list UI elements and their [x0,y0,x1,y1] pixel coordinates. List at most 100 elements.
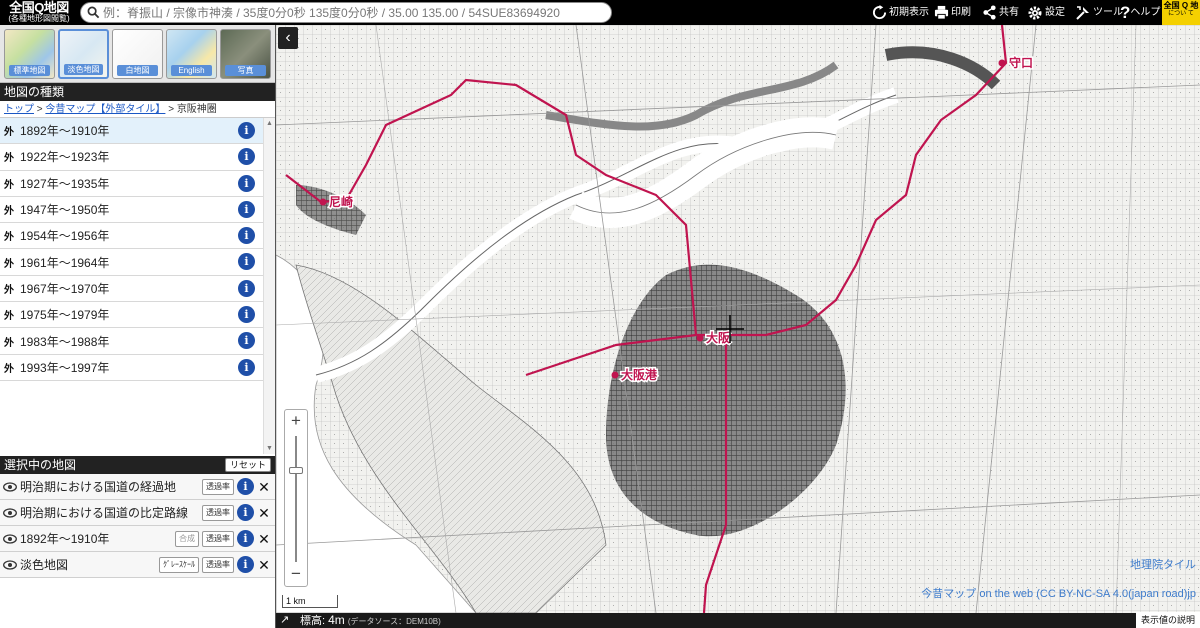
info-icon[interactable]: i [238,200,255,218]
info-icon[interactable]: i [237,556,254,573]
basemap-photo[interactable]: 写真 [220,29,271,79]
breadcrumb: トップ > 今昔マップ【外部タイル】 > 京阪神圏 [0,101,275,118]
eye-icon[interactable] [3,559,17,570]
basemap-standard[interactable]: 標準地図 [4,29,55,79]
transparency-button[interactable]: 透過率 [202,478,234,495]
search-input[interactable] [103,4,603,21]
konjaku-attribution[interactable]: 今昔マップ on the web (CC BY-NC-SA 4.0(japan … [921,585,1196,601]
map-view[interactable]: 守口 守口 尼崎 尼崎 大阪 大阪 大阪港 大阪港 ‹ + − 1 km 地理院… [276,25,1200,613]
list-scrollbar[interactable]: ▲ ▼ [263,118,275,454]
map-type-item[interactable]: 外 1927年～1935年 i [0,171,275,197]
map-type-item[interactable]: 外 1967年～1970年 i [0,276,275,303]
selected-map-item[interactable]: 1892年～1910年 合成 透過率 i ✕ [0,526,275,552]
info-icon[interactable]: i [237,478,254,495]
map-type-item[interactable]: 外 1961年～1964年 i [0,249,275,276]
info-icon[interactable]: i [237,504,254,521]
info-icon[interactable]: i [238,358,255,376]
map-type-label: 1927年～1935年 [20,176,110,191]
map-type-label: 1961年～1964年 [20,255,110,270]
map-type-item[interactable]: 外 1954年～1956年 i [0,223,275,250]
share-button[interactable]: 共有 [982,3,1019,22]
zoom-in-button[interactable]: + [285,412,307,430]
app-logo[interactable]: 全国Q地図 (各種地形図閲覧) [2,1,76,24]
gsi-attribution[interactable]: 地理院タイル [1130,556,1196,572]
map-canvas[interactable]: 守口 守口 尼崎 尼崎 大阪 大阪 大阪港 大阪港 [276,25,1200,613]
reset-view-button[interactable]: 初期表示 [872,3,929,22]
selected-map-item[interactable]: 明治期における国道の経過地 透過率 i ✕ [0,474,275,500]
info-icon[interactable]: i [238,122,255,139]
share-label: 共有 [999,7,1019,18]
map-types-heading: 地図の種類 [0,83,275,101]
scroll-up-icon[interactable]: ▲ [266,120,273,127]
search-box [80,2,612,23]
osaka-marker[interactable] [696,334,704,342]
breadcrumb-top-link[interactable]: トップ [4,104,34,115]
basemap-pale[interactable]: 淡色地図 [58,29,109,79]
info-icon[interactable]: i [238,279,255,297]
map-type-list: 外 1892年～1910年 i 外 1922年～1923年 i 外 1927年～1935年 i 外… [0,118,275,454]
info-icon[interactable]: i [238,306,255,324]
external-tile-prefix: 外 [4,284,14,296]
map-type-item[interactable]: 外 1922年～1923年 i [0,144,275,171]
print-button[interactable]: 印刷 [934,3,971,22]
about-badge-sub: につい て [1168,10,1194,17]
map-type-label: 1892年～1910年 [20,124,110,139]
scroll-down-icon[interactable]: ▼ [266,445,273,452]
selected-map-label: 明治期における国道の経過地 [20,480,177,494]
about-badge[interactable]: 全国 Q 地 につい て [1162,0,1200,25]
selected-map-item[interactable]: 明治期における国道の比定路線 透過率 i ✕ [0,500,275,526]
amagasaki-marker[interactable] [319,198,327,206]
transparency-button[interactable]: 透過率 [202,556,234,573]
collapse-sidebar-button[interactable]: ‹ [278,27,298,49]
help-button[interactable]: ? ヘルプ [1120,3,1160,22]
map-type-item[interactable]: 外 1892年～1910年 i [0,118,275,145]
tools-button[interactable]: ツール [1075,3,1123,22]
elevation-readout: 標高: 4m (データソース：DEM10B) [300,613,441,628]
transparency-button[interactable]: 透過率 [202,530,234,547]
moriguchi-marker[interactable] [998,59,1006,67]
zoom-out-button[interactable]: − [285,565,307,584]
basemap-label: 写真 [225,65,266,76]
refresh-icon [872,5,887,20]
map-type-item[interactable]: 外 1975年～1979年 i [0,302,275,329]
map-type-item[interactable]: 外 1993年～1997年 i [0,355,275,381]
external-tile-prefix: 外 [4,337,14,349]
elevation-value: 4m [328,613,345,627]
close-icon[interactable]: ✕ [257,480,271,494]
zoom-slider-track[interactable] [295,436,297,562]
close-icon[interactable]: ✕ [257,532,271,546]
breadcrumb-konjaku-link[interactable]: 今昔マップ【外部タイル】 [45,104,165,115]
value-explanation-button[interactable]: 表示値の説明 [1136,612,1200,628]
info-icon[interactable]: i [237,530,254,547]
tools-icon [1076,5,1089,20]
close-icon[interactable]: ✕ [257,558,271,572]
map-type-item[interactable]: 外 1947年～1950年 i [0,197,275,224]
osakako-marker[interactable] [611,371,619,379]
transparency-button[interactable]: 透過率 [202,504,234,521]
eye-icon[interactable] [3,481,17,492]
eye-icon[interactable] [3,507,17,518]
map-type-label: 1947年～1950年 [20,203,110,218]
external-tile-prefix: 外 [4,153,14,165]
map-type-item[interactable]: 外 1983年～1988年 i [0,328,275,355]
composite-button[interactable]: 合成 [175,530,199,547]
printer-icon [934,5,949,20]
reset-button[interactable]: リセット [224,458,271,472]
info-icon[interactable]: i [238,174,255,192]
close-icon[interactable]: ✕ [257,506,271,520]
selected-map-item[interactable]: 淡色地図 ｸﾞﾚｰｽｹｰﾙ 透過率 i ✕ [0,552,275,578]
map-type-label: 1967年～1970年 [20,281,110,296]
zoom-slider-handle[interactable] [289,467,303,474]
moriguchi-label: 守口 [1009,55,1033,70]
expand-arrow-icon[interactable]: ↗ [280,613,289,628]
eye-icon[interactable] [3,533,17,544]
amagasaki-label: 尼崎 [329,194,353,209]
basemap-blank[interactable]: 白地図 [112,29,163,79]
grayscale-button[interactable]: ｸﾞﾚｰｽｹｰﾙ [159,556,199,573]
gear-icon [1028,6,1042,19]
basemap-english[interactable]: English [166,29,217,79]
elevation-source: (データソース：DEM10B) [347,617,441,626]
status-bar: ↗ 標高: 4m (データソース：DEM10B) 表示値の説明 [276,612,1200,628]
settings-button[interactable]: 設定 [1027,3,1065,22]
map-type-label: 1975年～1979年 [20,308,110,323]
